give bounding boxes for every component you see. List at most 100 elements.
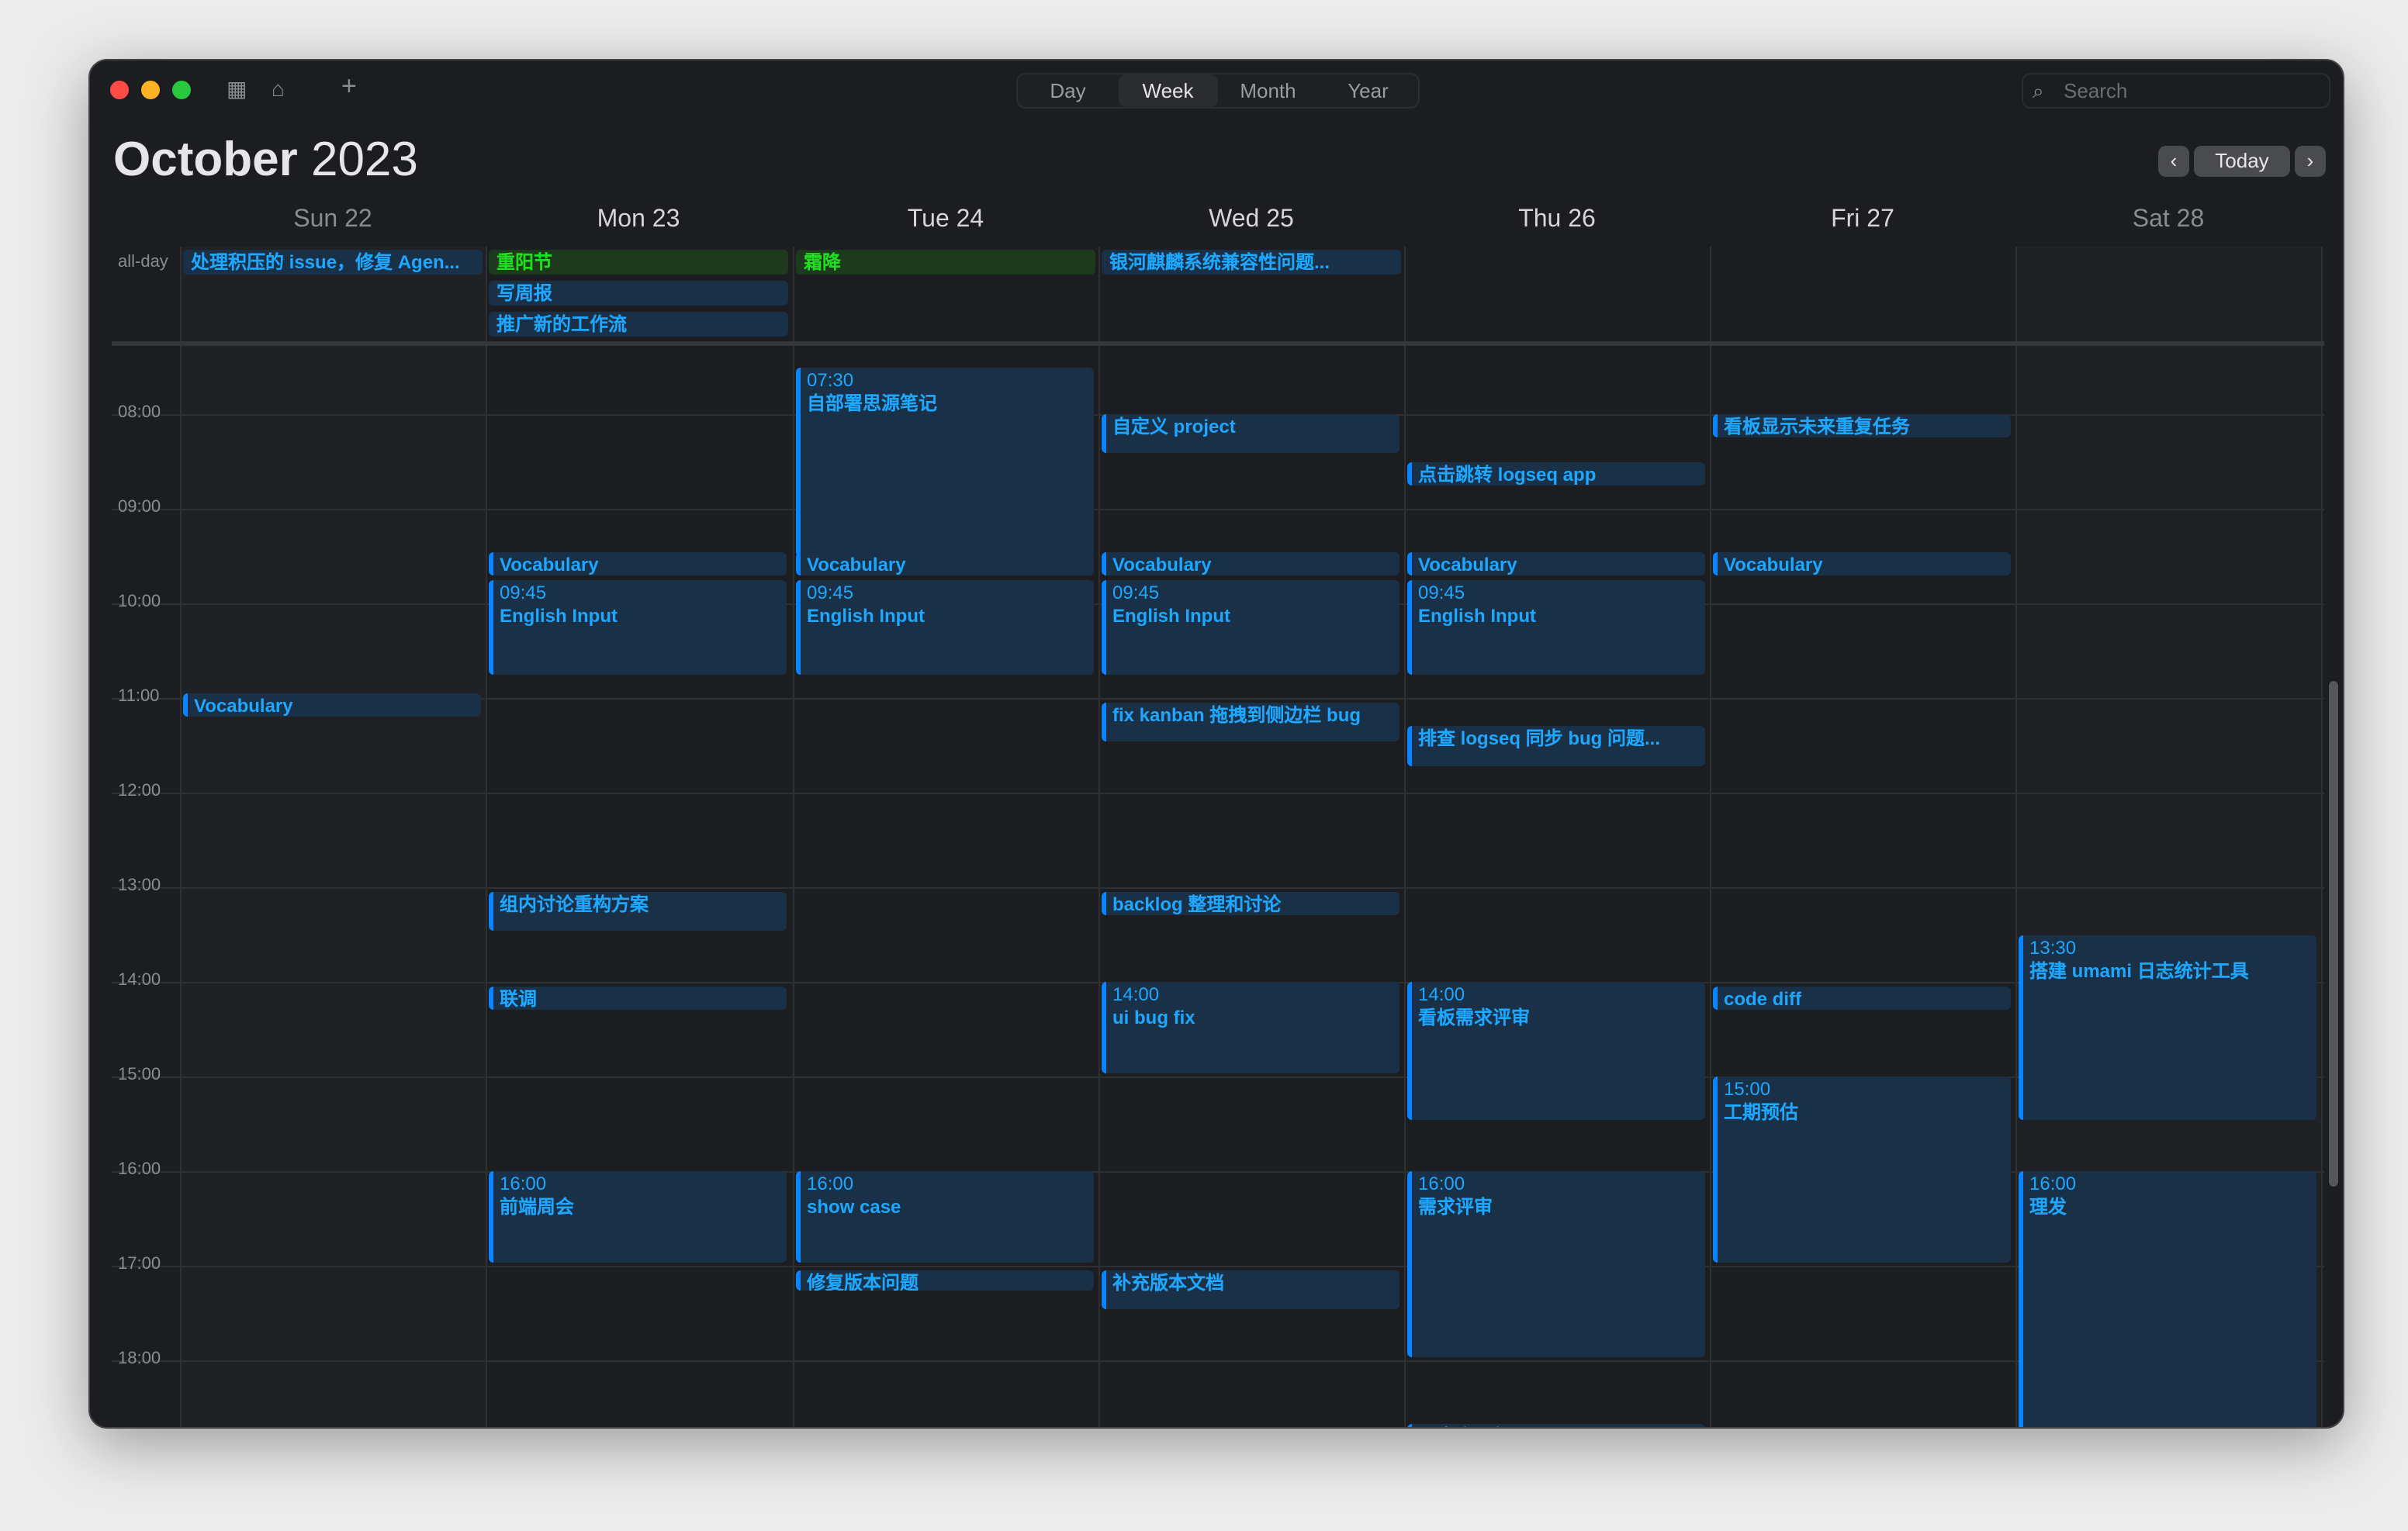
calendar-window: ▦ ⌂ + Day Week Month Year ⌕ Search Octob… xyxy=(88,59,2344,1429)
day-header[interactable]: Mon 23 xyxy=(486,206,791,234)
column-divider xyxy=(793,247,794,1427)
day-header[interactable]: Thu 26 xyxy=(1404,206,1710,234)
calendar-event[interactable]: Vocabulary xyxy=(489,552,787,575)
event-time: 16:00 xyxy=(500,1173,547,1194)
day-header[interactable]: Sun 22 xyxy=(180,206,486,234)
event-title: code diff xyxy=(1724,988,1801,1011)
all-day-event[interactable]: 写周报 xyxy=(489,281,788,306)
week-grid: all-day 08:00 09:00 10:00 11:00 12:00 13:00 14:… xyxy=(90,247,2324,1427)
calendar-event[interactable]: 组内讨论重构方案 xyxy=(489,892,787,931)
event-title: show case xyxy=(807,1196,901,1218)
minimize-button[interactable] xyxy=(141,81,160,99)
calendar-event[interactable]: 补充版本文档 xyxy=(1102,1270,1399,1310)
tab-month[interactable]: Month xyxy=(1218,74,1318,107)
all-day-event[interactable]: 霜降 xyxy=(796,250,1095,275)
zoom-button[interactable] xyxy=(172,81,191,99)
calendar-event[interactable]: 排查 logseq 同步 bug 问题... xyxy=(1407,726,1705,766)
calendar-event[interactable]: 联调 xyxy=(489,987,787,1011)
hour-line xyxy=(112,1360,2324,1362)
hour-line xyxy=(112,887,2324,889)
event-title: Vocabulary xyxy=(194,694,293,717)
day-header[interactable]: Sat 28 xyxy=(2015,206,2321,234)
event-title: 修复版本问题 xyxy=(807,1272,919,1291)
event-title: 搭建 umami 日志统计工具 xyxy=(2029,959,2249,981)
calendar-event[interactable]: 看板显示未来重复任务 xyxy=(1713,414,2011,438)
event-title: fix kanban 拖拽到侧边栏 bug xyxy=(1112,704,1361,727)
calendar-event[interactable]: 07:30 自部署思源笔记 xyxy=(796,367,1094,556)
event-title: Vocabulary xyxy=(1418,554,1517,575)
hour-label: 15:00 xyxy=(118,1066,161,1084)
hour-line xyxy=(112,1266,2324,1267)
tab-week[interactable]: Week xyxy=(1118,74,1218,107)
hour-label: 18:00 xyxy=(118,1350,161,1368)
event-title: 前端周会 xyxy=(500,1196,575,1218)
calendar-list-icon[interactable]: ▦ xyxy=(227,76,247,102)
calendar-event[interactable]: 16:00 理发 xyxy=(2019,1171,2316,1427)
year-label: 2023 xyxy=(310,132,418,186)
month-label: October xyxy=(113,132,298,186)
tab-day[interactable]: Day xyxy=(1018,74,1118,107)
event-time: 13:30 xyxy=(2029,936,2077,958)
event-time: 07:30 xyxy=(807,368,854,390)
hour-label: 14:00 xyxy=(118,971,161,990)
day-header[interactable]: Tue 24 xyxy=(793,206,1098,234)
event-title: Vocabulary xyxy=(500,554,599,575)
hour-label: 11:00 xyxy=(118,687,160,706)
day-header[interactable]: Wed 25 xyxy=(1098,206,1404,234)
calendar-event[interactable]: 16:00 需求评审 xyxy=(1407,1171,1705,1357)
next-week-button[interactable]: › xyxy=(2295,146,2326,177)
hour-label: 10:00 xyxy=(118,593,161,611)
calendar-event[interactable]: 点击跳转 logseq app xyxy=(1407,461,1705,486)
calendar-event[interactable]: 09:45 English Input xyxy=(796,579,1094,675)
calendar-event[interactable]: Vocabulary xyxy=(183,693,481,717)
hour-line xyxy=(112,793,2324,794)
event-time: 14:00 xyxy=(1418,983,1465,1005)
hour-label: 08:00 xyxy=(118,403,161,422)
calendar-event[interactable]: 14:00 看板需求评审 xyxy=(1407,982,1705,1121)
calendar-event[interactable]: fix kanban 拖拽到侧边栏 bug xyxy=(1102,703,1399,742)
calendar-event[interactable]: 09:45 English Input xyxy=(489,579,787,675)
column-divider xyxy=(2015,247,2017,1427)
prev-week-button[interactable]: ‹ xyxy=(2158,146,2189,177)
all-day-event[interactable]: 银河麒麟系统兼容性问题... xyxy=(1102,250,1401,275)
today-button[interactable]: Today xyxy=(2194,146,2290,177)
event-title: 看板需求评审 xyxy=(1418,1007,1531,1028)
calendar-event[interactable]: 09:45 English Input xyxy=(1102,579,1399,675)
calendar-event[interactable]: 自定义 project xyxy=(1102,414,1399,454)
calendar-event[interactable]: 09:45 English Input xyxy=(1407,579,1705,675)
all-day-event[interactable]: 处理积压的 issue，修复 Agen... xyxy=(183,250,483,275)
calendar-event[interactable]: 同步会议纪要 xyxy=(1407,1423,1705,1427)
event-time: 16:00 xyxy=(807,1173,854,1194)
calendar-event[interactable]: Vocabulary xyxy=(1102,552,1399,575)
add-event-button[interactable]: + xyxy=(341,71,357,102)
scrollbar[interactable] xyxy=(2329,681,2338,1187)
calendar-event[interactable]: 15:00 工期预估 xyxy=(1713,1077,2011,1263)
calendar-event[interactable]: 14:00 ui bug fix xyxy=(1102,982,1399,1073)
calendar-event[interactable]: 13:30 搭建 umami 日志统计工具 xyxy=(2019,935,2316,1121)
calendar-event[interactable]: Vocabulary xyxy=(1407,552,1705,575)
page-title: October 2023 xyxy=(113,132,418,188)
calendar-event[interactable]: backlog 整理和讨论 xyxy=(1102,892,1399,916)
hour-label: 13:00 xyxy=(118,876,161,895)
search-input[interactable]: ⌕ Search xyxy=(2022,73,2330,109)
calendar-event[interactable]: 16:00 show case xyxy=(796,1171,1094,1263)
event-title: 自定义 project xyxy=(1112,416,1236,437)
inbox-icon[interactable]: ⌂ xyxy=(272,76,285,101)
all-day-event[interactable]: 推广新的工作流 xyxy=(489,312,788,337)
event-title: 排查 logseq 同步 bug 问题... xyxy=(1418,727,1661,750)
calendar-event[interactable]: code diff xyxy=(1713,987,2011,1011)
close-button[interactable] xyxy=(110,81,129,99)
column-divider xyxy=(1404,247,1406,1427)
day-header[interactable]: Fri 27 xyxy=(1710,206,2015,234)
calendar-event[interactable]: Vocabulary xyxy=(796,552,1094,575)
event-title: 看板显示未来重复任务 xyxy=(1724,416,1911,437)
event-time: 09:45 xyxy=(807,581,854,603)
all-day-event[interactable]: 重阳节 xyxy=(489,250,788,275)
calendar-event[interactable]: 16:00 前端周会 xyxy=(489,1171,787,1263)
tab-year[interactable]: Year xyxy=(1318,74,1418,107)
calendar-event[interactable]: 修复版本问题 xyxy=(796,1270,1094,1291)
calendar-event[interactable]: Vocabulary xyxy=(1713,552,2011,575)
column-divider xyxy=(2321,247,2323,1427)
event-time: 09:45 xyxy=(1112,581,1160,603)
hour-label: 09:00 xyxy=(118,498,161,517)
